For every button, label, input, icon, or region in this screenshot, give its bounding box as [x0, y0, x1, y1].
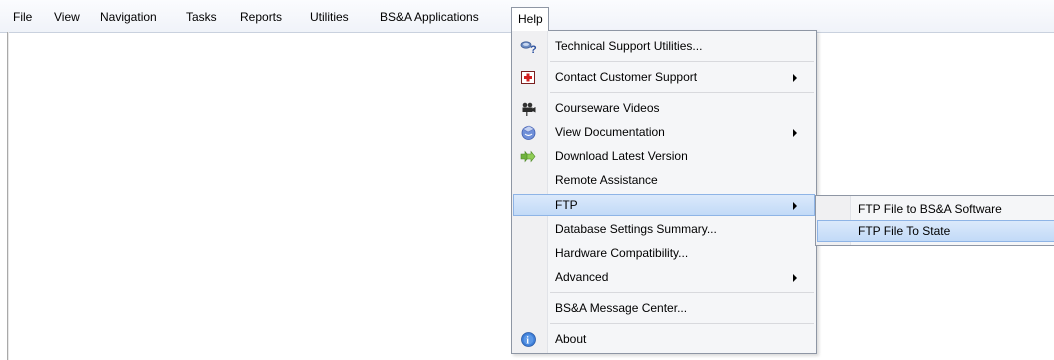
menu-separator: [550, 92, 814, 93]
download-arrows-icon: [520, 148, 537, 165]
menu-navigation[interactable]: Navigation: [100, 9, 157, 25]
submenu-arrow-icon: [793, 274, 797, 282]
menu-separator: [550, 292, 814, 293]
menu-item-bsa-message-center[interactable]: BS&A Message Center...: [513, 297, 815, 319]
menu-view[interactable]: View: [54, 9, 80, 25]
ftp-submenu: FTP File to BS&A Software FTP File To St…: [815, 195, 1054, 246]
submenu-arrow-icon: [793, 129, 797, 137]
content-frame-edge-inner: [8, 32, 9, 360]
menu-reports[interactable]: Reports: [240, 9, 282, 25]
menu-item-technical-support-utilities[interactable]: ? Technical Support Utilities...: [513, 35, 815, 57]
documentation-icon: [520, 124, 537, 141]
first-aid-icon: [520, 69, 537, 86]
menu-item-label: Hardware Compatibility...: [555, 246, 689, 260]
menu-item-advanced[interactable]: Advanced: [513, 266, 815, 288]
menu-item-ftp-file-to-bsa-software[interactable]: FTP File to BS&A Software: [817, 198, 1054, 220]
video-camera-icon: [520, 100, 537, 117]
menu-item-ftp-file-to-state[interactable]: FTP File To State: [817, 220, 1054, 242]
menu-item-view-documentation[interactable]: View Documentation: [513, 121, 815, 143]
menu-bar: File View Navigation Tasks Reports Utili…: [0, 0, 1054, 33]
submenu-arrow-icon: [793, 74, 797, 82]
menu-item-contact-customer-support[interactable]: Contact Customer Support: [513, 66, 815, 88]
menu-item-database-settings-summary[interactable]: Database Settings Summary...: [513, 218, 815, 240]
menu-item-remote-assistance[interactable]: Remote Assistance: [513, 169, 815, 191]
svg-text:?: ?: [530, 44, 537, 55]
menu-item-label: Database Settings Summary...: [555, 222, 717, 236]
menu-item-ftp[interactable]: FTP: [513, 194, 815, 216]
menu-item-label: Courseware Videos: [555, 101, 660, 115]
menu-item-hardware-compatibility[interactable]: Hardware Compatibility...: [513, 242, 815, 264]
menu-item-about[interactable]: i About: [513, 328, 815, 350]
menu-tasks[interactable]: Tasks: [186, 9, 217, 25]
menu-help[interactable]: Help: [511, 7, 549, 31]
menu-bsa-applications[interactable]: BS&A Applications: [380, 9, 479, 25]
menu-item-label: Download Latest Version: [555, 149, 688, 163]
menu-item-label: Technical Support Utilities...: [555, 39, 703, 53]
menu-item-label: View Documentation: [555, 125, 665, 139]
menu-item-label: BS&A Message Center...: [555, 301, 688, 315]
menu-item-label: Advanced: [555, 270, 609, 284]
help-dropdown-menu: ? Technical Support Utilities... Contact…: [511, 30, 817, 354]
menu-file[interactable]: File: [13, 9, 32, 25]
menu-item-courseware-videos[interactable]: Courseware Videos: [513, 97, 815, 119]
svg-text:i: i: [526, 335, 529, 346]
menu-item-label: About: [555, 332, 587, 346]
menu-separator: [550, 61, 814, 62]
menu-separator: [550, 323, 814, 324]
support-tools-icon: ?: [520, 38, 537, 56]
menu-item-label: Contact Customer Support: [555, 70, 698, 84]
menu-item-download-latest-version[interactable]: Download Latest Version: [513, 145, 815, 167]
submenu-arrow-icon: [793, 202, 797, 210]
menu-item-label: FTP File To State: [858, 224, 951, 238]
menu-item-label: FTP File to BS&A Software: [858, 202, 1002, 216]
info-icon: i: [520, 331, 537, 348]
menu-utilities[interactable]: Utilities: [310, 9, 349, 25]
menu-item-label: Remote Assistance: [555, 173, 658, 187]
menu-item-label: FTP: [555, 198, 578, 212]
